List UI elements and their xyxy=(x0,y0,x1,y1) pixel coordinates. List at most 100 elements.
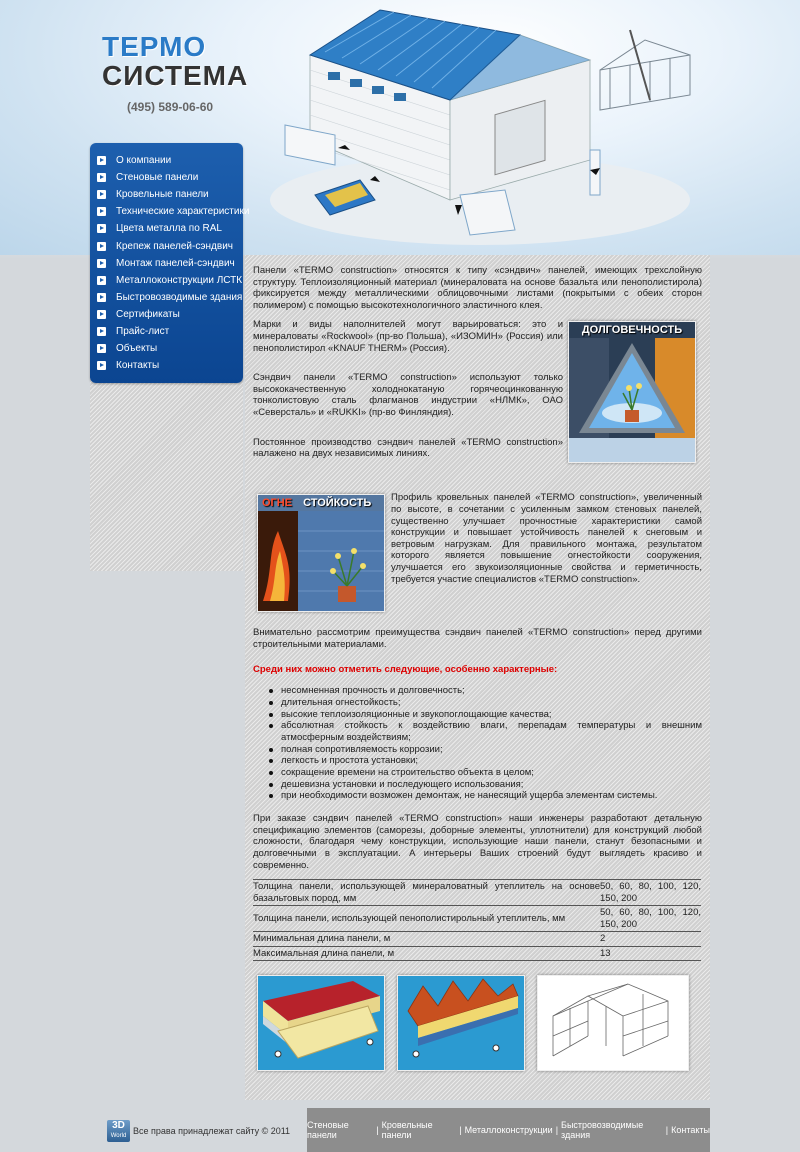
arrow-bullet-icon xyxy=(97,326,106,336)
table-cell-param: Толщина панели, использующей минераловат… xyxy=(253,879,600,906)
arrow-bullet-icon xyxy=(97,344,106,354)
footer-nav: Стеновые панели | Кровельные панели | Мета… xyxy=(307,1108,710,1152)
copyright-text: Все права принадлежат сайту © 2011 xyxy=(133,1126,291,1136)
logo-line-2: СИСТЕМА xyxy=(102,60,249,91)
logo-line-1: ТЕРМО xyxy=(102,31,207,62)
separator: | xyxy=(665,1125,669,1135)
table-cell-value: 2 xyxy=(600,931,701,947)
arrow-bullet-icon xyxy=(97,309,106,319)
footer-link-roof-panels[interactable]: Кровельные панели xyxy=(382,1120,457,1140)
footer-link-contacts[interactable]: Контакты xyxy=(671,1125,710,1135)
gallery xyxy=(253,975,702,1075)
menu-item-specs[interactable]: Технические характеристики xyxy=(90,203,249,220)
menu-item-label: Металлоконструкции ЛСТК xyxy=(116,274,243,286)
table-cell-value: 13 xyxy=(600,945,701,962)
menu-item-label: Кровельные панели xyxy=(116,189,209,201)
list-item: легкость и простота установки; xyxy=(269,755,702,767)
gallery-image-wall-panel[interactable] xyxy=(257,975,385,1072)
menu-item-roof-panels[interactable]: Кровельные панели xyxy=(90,186,243,203)
menu-item-label: Стеновые панели xyxy=(116,172,199,184)
list-item: абсолютная стойкость к воздействию влаги… xyxy=(269,720,702,743)
table-row: Толщина панели, использующей минераловат… xyxy=(253,879,701,906)
footer-link-prefab-buildings[interactable]: Быстровозводимые здания xyxy=(561,1120,663,1140)
menu-item-label: Монтаж панелей-сэндвич xyxy=(116,257,235,269)
phone-number: (495) 589-06-60 xyxy=(127,100,214,114)
menu-item-label: Технические характеристики xyxy=(116,206,250,218)
logo-text: 3D xyxy=(112,1120,125,1131)
fire-label: ОГНЕ СТОЙКОСТЬ xyxy=(262,497,371,509)
menu-item-label: Контакты xyxy=(116,360,160,372)
order-paragraph: При заказе сэндвич панелей «TERMO constr… xyxy=(253,813,702,871)
production-paragraph: Постоянное производство сэндвич панелей … xyxy=(253,436,563,460)
menu-item-prefab-buildings[interactable]: Быстровозводимые здания xyxy=(90,289,243,306)
table-cell-param: Минимальная длина панели, м xyxy=(253,931,600,947)
durability-image: ДОЛГОВЕЧНОСТЬ xyxy=(568,321,696,464)
arrow-bullet-icon xyxy=(97,207,106,217)
table-row: Толщина панели, использующей пенополисти… xyxy=(253,905,701,932)
menu-item-label: Прайс-лист xyxy=(116,325,170,337)
arrow-bullet-icon xyxy=(97,156,106,166)
table-row: Максимальная длина панели, м 13 xyxy=(253,945,701,962)
logo-sub: World xyxy=(110,1133,127,1139)
menu-item-label: О компании xyxy=(116,155,172,167)
separator: | xyxy=(555,1125,559,1135)
arrow-bullet-icon xyxy=(97,292,106,302)
arrow-bullet-icon xyxy=(97,361,106,371)
menu-item-about[interactable]: О компании xyxy=(90,152,243,169)
fire-label-a: ОГНЕ xyxy=(262,497,293,510)
arrow-bullet-icon xyxy=(97,275,106,285)
advantages-heading: Среди них можно отметить следующие, особ… xyxy=(253,663,558,675)
arrow-bullet-icon xyxy=(97,224,106,234)
separator: | xyxy=(376,1125,379,1135)
table-cell-value: 50, 60, 80, 100, 120, 150, 200 xyxy=(600,879,701,906)
gallery-image-frame[interactable] xyxy=(537,975,689,1072)
arrow-bullet-icon xyxy=(97,190,106,200)
menu-item-objects[interactable]: Объекты xyxy=(90,340,243,357)
hero-building-image xyxy=(270,9,691,245)
menu-item-label: Сертификаты xyxy=(116,308,180,320)
steel-frame-icon xyxy=(552,983,669,1057)
steel-paragraph: Сэндвич панели «TERMO construction» испо… xyxy=(253,372,563,418)
menu-item-wall-panels[interactable]: Стеновые панели xyxy=(90,169,243,186)
menu-item-label: Цвета металла по RAL xyxy=(116,223,222,235)
separator: | xyxy=(459,1125,462,1135)
menu-item-installation[interactable]: Монтаж панелей-сэндвич xyxy=(90,255,243,272)
footer-copyright-block: 3D World Все права принадлежат сайту © 2… xyxy=(107,1120,290,1142)
arrow-bullet-icon xyxy=(97,258,106,268)
menu-item-price-list[interactable]: Прайс-лист xyxy=(90,323,243,340)
fillers-paragraph: Марки и виды наполнителей могут варьиров… xyxy=(253,319,563,354)
fire-label-b: СТОЙКОСТЬ xyxy=(303,497,372,510)
table-cell-param: Максимальная длина панели, м xyxy=(253,945,600,962)
menu-item-fasteners[interactable]: Крепеж панелей-сэндвич xyxy=(90,237,243,254)
menu-item-label: Быстровозводимые здания xyxy=(116,291,243,303)
fire-picture-icon xyxy=(258,511,384,612)
list-item: полная сопротивляемость коррозии; xyxy=(269,744,702,756)
list-item: длительная огнестойкость; xyxy=(269,697,702,709)
menu-item-certificates[interactable]: Сертификаты xyxy=(90,306,243,323)
footer-link-wall-panels[interactable]: Стеновые панели xyxy=(307,1120,373,1140)
list-item: дешевизна установки и последующего испол… xyxy=(269,779,702,791)
menu-item-label: Крепеж панелей-сэндвич xyxy=(116,240,234,252)
roof-panel-icon xyxy=(398,976,524,1071)
durability-picture-icon xyxy=(569,338,695,463)
menu-item-contacts[interactable]: Контакты xyxy=(90,357,243,374)
list-item: при необходимости возможен демонтаж, не … xyxy=(269,790,702,802)
list-item: несомненная прочность и долговечность; xyxy=(269,685,702,697)
list-item: сокращение времени на строительство объе… xyxy=(269,767,702,779)
roof-profile-paragraph: Профиль кровельных панелей «TERMO constr… xyxy=(391,492,702,585)
table-row: Минимальная длина панели, м 2 xyxy=(253,931,701,947)
main-content: Панели «TERMO construction» относятся к … xyxy=(245,255,710,1100)
list-item: высокие теплоизоляционные и звукопоглоща… xyxy=(269,709,702,721)
fire-resistance-image: ОГНЕ СТОЙКОСТЬ xyxy=(257,494,385,613)
main-menu: О компании Стеновые панели Кровельные па… xyxy=(90,143,249,383)
3dworld-logo[interactable]: 3D World xyxy=(107,1120,130,1142)
table-cell-value: 50, 60, 80, 100, 120, 150, 200 xyxy=(600,905,701,932)
arrow-bullet-icon xyxy=(97,173,106,183)
durability-section: Марки и виды наполнителей могут варьиров… xyxy=(253,319,702,469)
footer-link-metal-structures[interactable]: Металлоконструкции xyxy=(465,1125,553,1135)
menu-item-ral-colors[interactable]: Цвета металла по RAL xyxy=(90,220,243,237)
menu-item-metal-structures[interactable]: Металлоконструкции ЛСТК xyxy=(90,272,243,289)
gallery-image-roof-panel[interactable] xyxy=(397,975,525,1072)
durability-label: ДОЛГОВЕЧНОСТЬ xyxy=(581,324,683,337)
site-logo[interactable]: ТЕРМО СИСТЕМА xyxy=(102,32,248,90)
